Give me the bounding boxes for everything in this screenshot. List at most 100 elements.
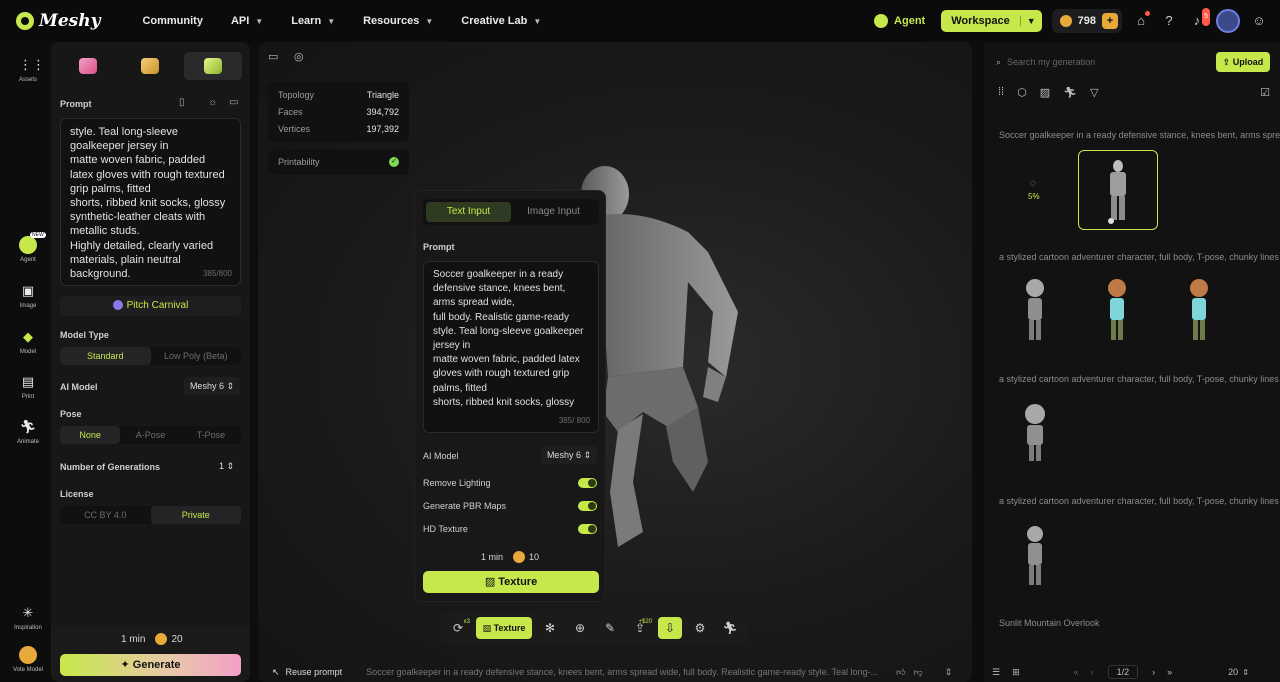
workspace-button[interactable]: Workspace ▼ xyxy=(941,10,1042,32)
grid-icon[interactable]: ⁞⁞ xyxy=(998,86,1004,102)
generation-thumb[interactable] xyxy=(996,394,1076,474)
animate-icon[interactable]: 🏃︎ xyxy=(718,617,742,639)
num-generations-select[interactable]: 1 ⇕ xyxy=(213,457,240,475)
add-credits-button[interactable]: + xyxy=(1102,13,1118,29)
model-type-standard[interactable]: Standard xyxy=(60,347,151,365)
help-icon[interactable]: ? xyxy=(1160,12,1178,30)
thumbs-down-icon[interactable]: 👎︎ xyxy=(913,667,922,678)
monitor-icon[interactable]: ▭ xyxy=(268,50,278,63)
chevron-down-icon: ▼ xyxy=(425,16,434,26)
ai-model-select[interactable]: Meshy 6 ⇕ xyxy=(183,377,240,395)
credits-display[interactable]: 798 + xyxy=(1051,9,1122,33)
nav-api[interactable]: API ▼ xyxy=(217,15,277,27)
prompt-counter: 385/800 xyxy=(203,268,232,278)
generation-thumb[interactable] xyxy=(1160,270,1240,350)
remesh-button[interactable]: ⟳ x3 xyxy=(446,617,470,639)
texture-ai-model-select[interactable]: Meshy 6 ⇕ xyxy=(540,446,597,464)
search-input[interactable]: ⌕ Search my generation xyxy=(996,52,1192,72)
tab-image-input[interactable]: Image Input xyxy=(511,202,596,222)
crosshair-icon[interactable]: ⊕ xyxy=(568,617,592,639)
generation-thumb[interactable] xyxy=(996,270,1076,350)
tab-image-to-3d[interactable] xyxy=(121,52,179,80)
pose-t[interactable]: T-Pose xyxy=(181,426,241,444)
avatar[interactable] xyxy=(1216,9,1240,33)
rail-agent[interactable]: Agent NEW xyxy=(0,232,56,263)
nav-resources[interactable]: Resources ▼ xyxy=(349,15,447,27)
rail-print[interactable]: ▤ Print xyxy=(0,373,56,400)
pose-a[interactable]: A-Pose xyxy=(120,426,180,444)
printability-check[interactable]: Printability ✓ xyxy=(268,149,409,175)
list-view-icon[interactable]: ☰ xyxy=(992,667,1000,678)
nav-community[interactable]: Community xyxy=(128,15,217,27)
generate-label: Generate xyxy=(132,659,181,671)
model-viewport[interactable]: ▭ ◎ Topology Triangle Faces 394,792 Vertic… xyxy=(258,42,972,682)
discord-icon[interactable]: ☺ xyxy=(1250,12,1268,30)
rail-label: Assets xyxy=(18,77,37,83)
rail-image[interactable]: ▣ Image xyxy=(0,282,56,309)
nav-learn[interactable]: Learn ▼ xyxy=(277,15,349,27)
pose-none[interactable]: None xyxy=(60,426,121,444)
grid-view-icon[interactable]: ⊞ xyxy=(1012,667,1020,678)
pbr-maps-toggle[interactable] xyxy=(578,501,597,511)
history-icon[interactable]: ▭ xyxy=(229,97,238,108)
generate-button[interactable]: ✦ Generate xyxy=(60,654,241,676)
download-button[interactable]: ⇩ xyxy=(658,617,682,639)
last-page-icon[interactable]: » xyxy=(1167,667,1172,677)
tab-text-to-3d[interactable] xyxy=(183,52,242,80)
prev-page-icon[interactable]: ‹ xyxy=(1091,667,1094,677)
share-icon[interactable]: ⇪ +$20 xyxy=(628,617,652,639)
rail-inspiration[interactable]: ✳ Inspiration xyxy=(0,604,56,631)
brush-icon[interactable]: ✎ xyxy=(598,617,622,639)
mode-tabs xyxy=(59,52,242,80)
texture-ai-model-value: Meshy 6 xyxy=(546,450,581,460)
bulb-icon[interactable]: ☼ xyxy=(208,97,217,108)
rail-assets[interactable]: ⋮⋮ Assets xyxy=(0,56,56,83)
filter-icon[interactable]: ▽ xyxy=(1090,86,1098,102)
texture-icon[interactable]: ▨ xyxy=(1040,86,1050,102)
page-indicator[interactable]: 1/2 xyxy=(1107,665,1139,679)
nav-creative-lab[interactable]: Creative Lab ▼ xyxy=(447,15,555,27)
reuse-prompt-button[interactable]: Reuse prompt xyxy=(286,667,343,677)
logo-icon xyxy=(16,12,34,30)
gift-icon[interactable]: ⌂ xyxy=(1132,11,1150,30)
next-page-icon[interactable]: › xyxy=(1152,667,1155,677)
cube-icon[interactable]: ⬡ xyxy=(1017,86,1027,102)
texture-prompt-input[interactable]: Soccer goalkeeper in a ready defensive s… xyxy=(423,261,599,433)
texture-button[interactable]: ▨ Texture xyxy=(423,571,599,593)
meshy-logo[interactable]: Meshy xyxy=(16,11,100,31)
vote-icon xyxy=(19,646,37,664)
generation-thumb-selected[interactable] xyxy=(1078,150,1158,230)
generation-thumb[interactable] xyxy=(1078,270,1158,350)
pitch-carnival-button[interactable]: Pitch Carnival xyxy=(60,296,241,316)
generation-thumb-loading[interactable]: ◌ 5% xyxy=(996,150,1076,230)
first-page-icon[interactable]: « xyxy=(1074,667,1079,677)
toolbar-texture-button[interactable]: ▨ Texture xyxy=(476,617,532,639)
generation-thumb[interactable] xyxy=(996,516,1076,596)
agent-button[interactable]: Agent xyxy=(874,14,925,28)
per-page-select[interactable]: 20 xyxy=(1228,667,1238,677)
upload-button[interactable]: ⇪ Upload xyxy=(1216,52,1270,72)
prompt-input[interactable]: style. Teal long-sleeve goalkeeper jerse… xyxy=(60,118,241,286)
hd-texture-toggle[interactable] xyxy=(578,524,597,534)
rail-model[interactable]: ◆ Model xyxy=(0,328,56,355)
bell-icon[interactable]: ♪ 5 xyxy=(1188,8,1210,30)
book-icon[interactable]: ▯ xyxy=(179,97,185,108)
select-icon[interactable]: ☑ xyxy=(1260,86,1270,102)
model-type-low-poly[interactable]: Low Poly (Beta) xyxy=(151,347,242,365)
running-figure-icon[interactable]: 🏃︎ xyxy=(1063,86,1077,102)
globe-icon[interactable]: ◎ xyxy=(294,50,304,63)
thumbs-up-icon[interactable]: 👍︎ xyxy=(896,667,905,678)
generation-title: a stylized cartoon adventurer character,… xyxy=(999,374,1279,384)
rail-animate[interactable]: 🏃︎ Animate xyxy=(0,418,56,445)
license-cc-by[interactable]: CC BY 4.0 xyxy=(60,506,151,524)
expand-icon[interactable]: ⇕ xyxy=(945,667,953,678)
chevron-down-icon[interactable]: ▼ xyxy=(1019,16,1042,26)
tab-text-to-image[interactable] xyxy=(59,52,117,80)
license-private[interactable]: Private xyxy=(150,506,241,524)
remove-lighting-label: Remove Lighting xyxy=(423,478,491,488)
rail-vote-model[interactable]: Vote Model xyxy=(0,646,56,673)
segment-icon[interactable]: ✻ xyxy=(538,617,562,639)
tab-text-input[interactable]: Text Input xyxy=(426,202,511,222)
remove-lighting-toggle[interactable] xyxy=(578,478,597,488)
rig-icon[interactable]: ⚙ xyxy=(688,617,712,639)
